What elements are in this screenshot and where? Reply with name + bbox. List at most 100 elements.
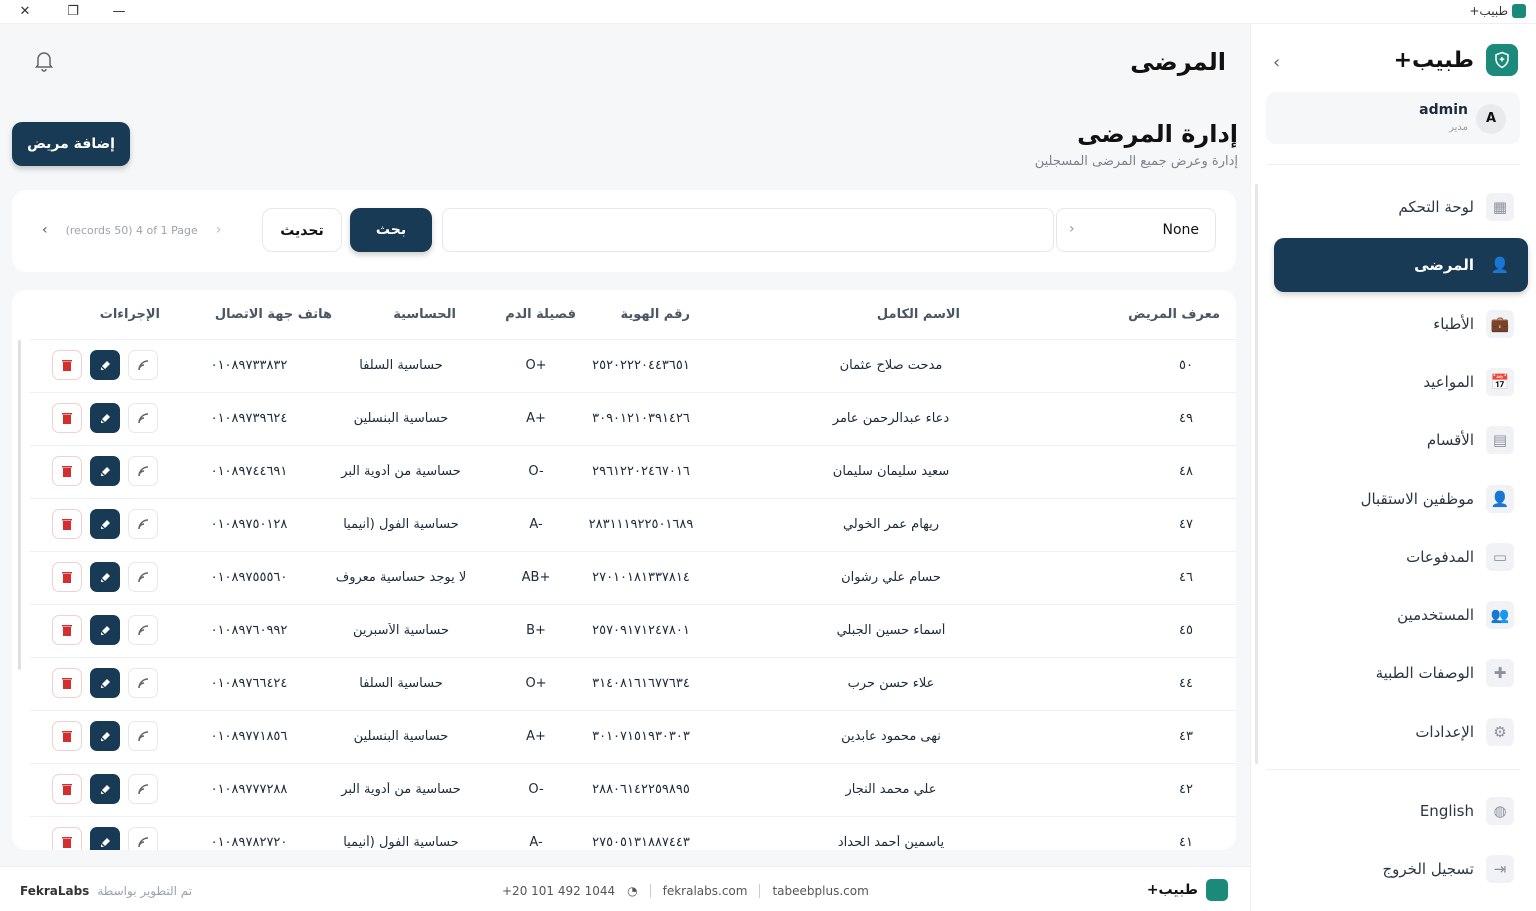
language-toggle[interactable]: ◍ English xyxy=(1274,784,1528,838)
sidebar-item-8[interactable]: 👥 المستخدمين xyxy=(1274,588,1528,642)
cell-national-id: ٣٠١٠٧١٥١٩٣٠٣٠٣ xyxy=(592,729,690,744)
table-row[interactable]: ٤٨ سعيد سليمان سليمان ٢٩٦١٢٢٠٢٤٦٧٠١٦ O- حساس… xyxy=(30,446,1236,499)
cell-national-id: ٢٥٧٠٩١٧١٢٤٧٨٠١ xyxy=(592,623,690,638)
close-icon[interactable]: ✕ xyxy=(16,3,34,21)
minimize-icon[interactable]: — xyxy=(110,3,128,21)
table-row[interactable]: ٤٧ ريهام عمر الخولي ٢٨٣١١١٩٢٢٥٠١٦٨٩ A- حساسي… xyxy=(30,499,1236,552)
edit-icon[interactable] xyxy=(90,456,120,486)
delete-icon[interactable] xyxy=(52,774,82,804)
sidebar-item-7[interactable]: ▭ المدفوعات xyxy=(1274,530,1528,584)
edit-icon[interactable] xyxy=(90,509,120,539)
footer: FekraLabs تم التطوير بواسطة +20 101 492 … xyxy=(0,866,1250,911)
footer-dev-text: تم التطوير بواسطة xyxy=(97,884,193,898)
table-row[interactable]: ٤١ ياسمين أحمد الحداد ٢٧٥٠٥١٣١٨٨٧٤٤٣ A- حساس… xyxy=(30,817,1236,850)
delete-icon[interactable] xyxy=(52,562,82,592)
table-row[interactable]: ٤٤ علاء حسن حرب ٣١٤٠٨١٦١٦٧٧٦٣٤ O+ حساسية الس… xyxy=(30,658,1236,711)
delete-icon[interactable] xyxy=(52,403,82,433)
sidebar-item-10[interactable]: ⚙ الإعدادات xyxy=(1274,705,1528,759)
th-actions: الإجراءات xyxy=(99,307,160,322)
edit-icon[interactable] xyxy=(90,562,120,592)
th-national-id[interactable]: رقم الهوية xyxy=(620,307,690,322)
edit-icon[interactable] xyxy=(90,350,120,380)
delete-icon[interactable] xyxy=(52,509,82,539)
restore-icon[interactable]: ❐ xyxy=(64,3,82,21)
next-page-icon[interactable]: › xyxy=(216,222,222,238)
refresh-button[interactable]: تحديث xyxy=(262,208,342,252)
edit-icon[interactable] xyxy=(90,668,120,698)
delete-icon[interactable] xyxy=(52,350,82,380)
search-input[interactable] xyxy=(442,208,1054,252)
collapse-sidebar-icon[interactable]: › xyxy=(1273,52,1280,73)
table-row[interactable]: ٤٣ نهى محمود عابدين ٣٠١٠٧١٥١٩٣٠٣٠٣ A+ حساسية… xyxy=(30,711,1236,764)
divider xyxy=(759,884,761,898)
divider xyxy=(649,884,651,898)
delete-icon[interactable] xyxy=(52,456,82,486)
sidebar-item-9[interactable]: ✚ الوصفات الطبية xyxy=(1274,646,1528,700)
th-allergy[interactable]: الحساسية xyxy=(393,307,456,322)
sidebar-item-1[interactable]: ▦ لوحة التحكم xyxy=(1274,180,1528,234)
delete-icon[interactable] xyxy=(52,827,82,850)
sidebar-item-5[interactable]: ▤ الأقسام xyxy=(1274,413,1528,467)
cell-allergy: حساسية السلفا xyxy=(359,358,443,373)
sidebar-item-3[interactable]: 💼 الأطباء xyxy=(1274,297,1528,351)
view-icon[interactable] xyxy=(128,827,158,850)
cell-name: علي محمد النجار xyxy=(845,782,937,797)
sidebar-item-label: الأقسام xyxy=(1426,431,1474,449)
th-phone[interactable]: هاتف جهة الاتصال xyxy=(215,307,332,322)
th-blood[interactable]: فصيلة الدم xyxy=(505,307,576,322)
delete-icon[interactable] xyxy=(52,615,82,645)
footer-site-tabeeb[interactable]: tabeebplus.com xyxy=(772,884,868,898)
footer-credit: FekraLabs تم التطوير بواسطة xyxy=(20,884,192,898)
cell-name: دعاء عبدالرحمن عامر xyxy=(832,411,950,426)
filter-select[interactable]: None ‹ xyxy=(1056,208,1216,252)
user-card[interactable]: A admin مدير xyxy=(1266,92,1520,144)
view-icon[interactable] xyxy=(128,403,158,433)
table-row[interactable]: ٤٦ حسام علي رشوان ٢٧٠١٠١٨١٣٣٧٨١٤ AB+ لا يوجد… xyxy=(30,552,1236,605)
sidebar-item-4[interactable]: 📅 المواعيد xyxy=(1274,355,1528,409)
footer-company[interactable]: FekraLabs xyxy=(20,884,89,898)
view-icon[interactable] xyxy=(128,350,158,380)
table-row[interactable]: ٥٠ مدحت صلاح عثمان ٢٥٢٠٢٢٢٠٤٤٣٦٥١ O+ حساسية … xyxy=(30,340,1236,393)
edit-icon[interactable] xyxy=(90,403,120,433)
table-row[interactable]: ٤٥ أسماء حسين الجبلي ٢٥٧٠٩١٧١٢٤٧٨٠١ B+ حساسي… xyxy=(30,605,1236,658)
cell-national-id: ٢٨٣١١١٩٢٢٥٠١٦٨٩ xyxy=(588,517,694,532)
view-icon[interactable] xyxy=(128,721,158,751)
logout-button[interactable]: ⇥ تسجيل الخروج xyxy=(1274,842,1528,896)
table-scrollbar[interactable] xyxy=(18,340,21,670)
view-icon[interactable] xyxy=(128,615,158,645)
cell-id: ٤٩ xyxy=(1179,411,1193,426)
bell-icon[interactable] xyxy=(34,50,54,77)
edit-icon[interactable] xyxy=(90,721,120,751)
cell-name: حسام علي رشوان xyxy=(841,570,941,585)
edit-icon[interactable] xyxy=(90,774,120,804)
cell-phone: ٠١٠٨٩٧٥٠١٢٨ xyxy=(210,517,288,532)
edit-icon[interactable] xyxy=(90,827,120,850)
sidebar-item-2[interactable]: 👤 المرضى xyxy=(1274,238,1528,292)
sidebar-scrollbar[interactable] xyxy=(1255,184,1258,764)
footer-site-fekralabs[interactable]: fekralabs.com xyxy=(663,884,748,898)
cell-blood: O+ xyxy=(525,358,547,373)
table-row[interactable]: ٤٢ علي محمد النجار ٢٨٨٠٦١٤٢٢٥٩٨٩٥ O- حساسية … xyxy=(30,764,1236,817)
person-icon: 👤 xyxy=(1490,256,1510,274)
th-id[interactable]: معرف المريض xyxy=(1128,307,1220,322)
cell-phone: ٠١٠٨٩٧٦٠٩٩٢ xyxy=(210,623,288,638)
sidebar-item-6[interactable]: 👤 موظفين الاستقبال xyxy=(1274,472,1528,526)
th-name[interactable]: الاسم الكامل xyxy=(877,307,960,322)
delete-icon[interactable] xyxy=(52,668,82,698)
cell-allergy: حساسية البنسلين xyxy=(353,411,449,426)
view-icon[interactable] xyxy=(128,509,158,539)
table-row[interactable]: ٤٩ دعاء عبدالرحمن عامر ٣٠٩٠١٢١٠٣٩١٤٢٦ A+ حسا… xyxy=(30,393,1236,446)
view-icon[interactable] xyxy=(128,774,158,804)
add-patient-button[interactable]: إضافة مريض xyxy=(12,122,130,166)
sidebar: طبيب+ › A admin مدير ▦ لوحة التحكم 👤 المرضى… xyxy=(1250,24,1536,911)
view-icon[interactable] xyxy=(128,456,158,486)
view-icon[interactable] xyxy=(128,668,158,698)
delete-icon[interactable] xyxy=(52,721,82,751)
edit-icon[interactable] xyxy=(90,615,120,645)
main-content: المرضى إضافة مريض إدارة المرضى إدارة وعر… xyxy=(0,24,1250,866)
view-icon[interactable] xyxy=(128,562,158,592)
cell-allergy: حساسية الأسبرين xyxy=(352,623,450,638)
search-button[interactable]: بحث xyxy=(350,208,432,252)
footer-phone[interactable]: +20 101 492 1044 xyxy=(502,884,615,898)
prev-page-icon[interactable]: ‹ xyxy=(42,222,48,238)
